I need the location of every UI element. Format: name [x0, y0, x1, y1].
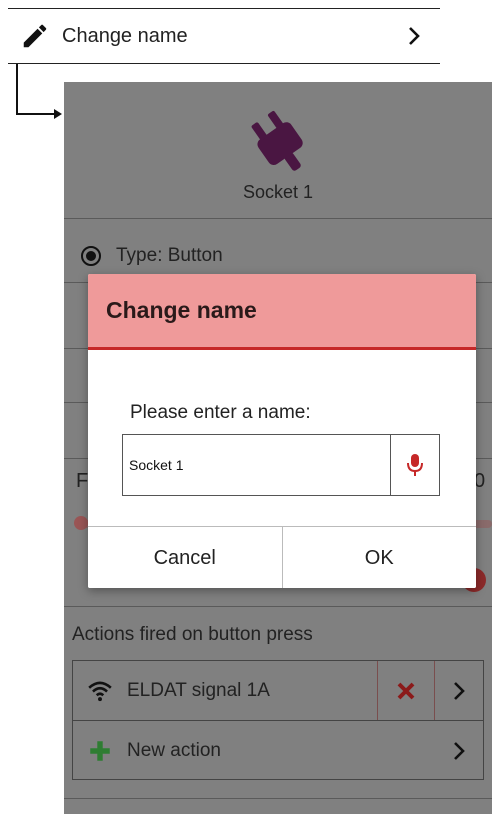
name-input[interactable]	[123, 435, 390, 495]
plus-icon	[90, 740, 110, 761]
ok-button[interactable]: OK	[282, 527, 476, 588]
dialog-header: Change name	[88, 274, 476, 350]
chevron-right-icon	[409, 27, 420, 45]
chevron-right-icon	[454, 741, 465, 760]
device-name: Socket 1	[242, 182, 314, 202]
plug-icon	[251, 110, 303, 171]
divider	[64, 798, 492, 799]
close-icon	[397, 682, 415, 699]
voice-input-button[interactable]	[390, 435, 439, 495]
actions-list: ELDAT signal 1A New action	[72, 660, 484, 780]
actions-section-label: Actions fired on button press	[72, 624, 313, 645]
pencil-icon	[23, 24, 47, 48]
radio-selected-icon	[81, 246, 101, 266]
cancel-button[interactable]: Cancel	[88, 527, 283, 588]
new-action-label: New action	[127, 739, 221, 761]
change-name-label: Change name	[62, 24, 188, 47]
name-input-box	[122, 434, 440, 496]
divider	[64, 606, 492, 607]
change-name-dialog: Change name Please enter a name: Cancel …	[88, 274, 476, 588]
dialog-button-bar: Cancel OK	[88, 526, 476, 588]
type-row[interactable]: Type: Button	[64, 234, 492, 278]
action-item[interactable]: ELDAT signal 1A	[73, 661, 483, 721]
divider	[64, 218, 492, 219]
partial-label-left: F	[76, 470, 89, 492]
delete-action-button[interactable]	[377, 661, 435, 720]
type-label: Type: Button	[116, 245, 223, 266]
new-action-item[interactable]: New action	[73, 721, 483, 780]
microphone-icon	[407, 454, 423, 476]
connector-arrow-icon	[16, 64, 62, 119]
action-label: ELDAT signal 1A	[127, 679, 270, 701]
change-name-menu-item[interactable]: Change name	[8, 8, 440, 64]
dialog-title: Change name	[106, 297, 257, 323]
chevron-right-icon	[454, 681, 465, 700]
dialog-prompt: Please enter a name:	[130, 402, 311, 423]
wifi-icon	[88, 681, 112, 701]
slider-handle[interactable]	[74, 516, 88, 530]
